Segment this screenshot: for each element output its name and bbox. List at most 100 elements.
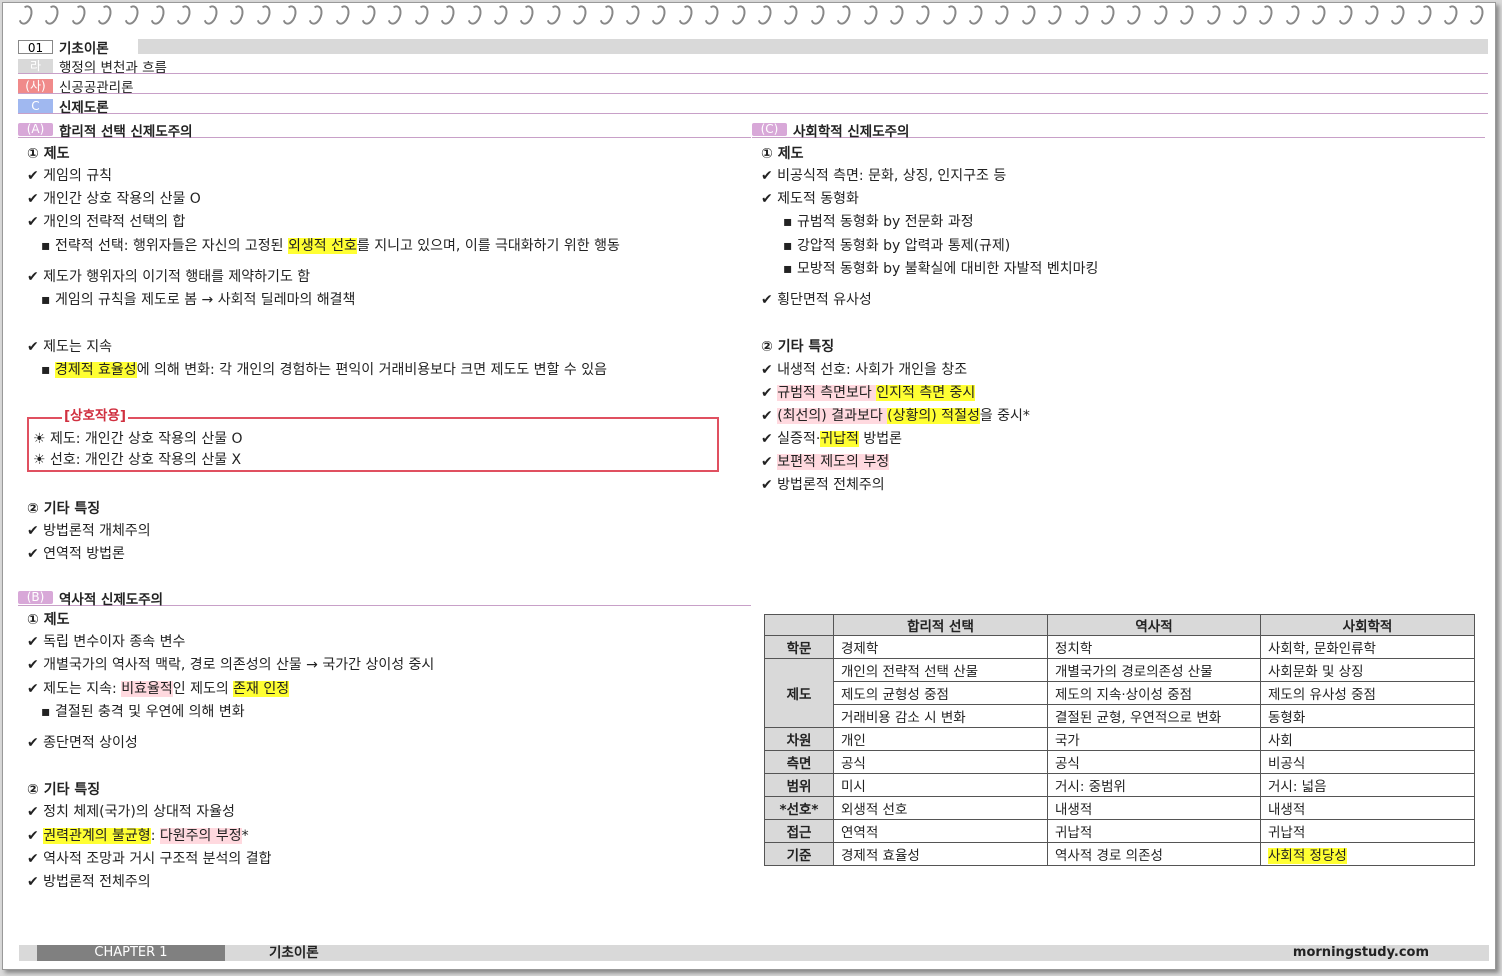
table-cell: 외생적 선호 <box>833 796 1048 820</box>
c-line-2: ✔ 제도적 동형화 <box>761 191 859 207</box>
table-cell: 거시: 중범위 <box>1047 773 1261 797</box>
table-header-historical: 역사적 <box>1047 614 1261 636</box>
table-row: 거래비용 감소 시 변화 결절된 균형, 우연적으로 변화 동형화 <box>765 704 1475 728</box>
section-c-tag: (C) <box>752 123 787 136</box>
row-label-preference: *선호* <box>764 796 834 820</box>
table-cell: 공식 <box>1047 750 1261 774</box>
a-line-4: ▪ 전략적 선택: 행위자들은 자신의 고정된 외생적 선호를 지니고 있으며,… <box>41 237 620 255</box>
section-b-header: (B) 역사적 신제도주의 <box>18 590 751 608</box>
table-cell: 개인 <box>833 727 1048 751</box>
a-line-4-highlight: 외생적 선호 <box>288 238 357 254</box>
c-line-9: ✔ (최선의) 결과보다 (상황의) 적절성을 중시* <box>761 407 1030 425</box>
c-line-8-pink: 규범적 측면보다 <box>777 385 877 401</box>
chapter-title: 기초이론 <box>59 40 109 57</box>
footer-site: morningstudy.com <box>1292 945 1429 960</box>
b-line-5: ✔ 종단면적 상이성 <box>27 735 138 751</box>
table-cell: 귀납적 <box>1047 819 1261 843</box>
section-title-2: 신공공관리론 <box>59 80 134 96</box>
table-row: 범위 미시 거시: 중범위 거시: 넓음 <box>764 773 1475 797</box>
table-cell: 결절된 균형, 우연적으로 변화 <box>1047 704 1261 728</box>
table-cell: 내생적 <box>1047 796 1261 820</box>
row-label-dimension: 차원 <box>764 727 834 751</box>
interaction-box-line-2: ☀ 선호: 개인간 상호 작용의 산물 X <box>33 452 242 468</box>
b-line-3-highlight: 존재 인정 <box>233 681 290 697</box>
a-line-5: ✔ 제도가 행위자의 이기적 행태를 제약하기도 함 <box>27 269 311 285</box>
table-cell: 역사적 경로 의존성 <box>1047 842 1261 866</box>
chapter-header: 01 기초이론 <box>18 39 1488 57</box>
a-line-9: ✔ 방법론적 개체주의 <box>27 523 151 539</box>
table-cell: 귀납적 <box>1260 819 1475 843</box>
table-cell: 거래비용 감소 시 변화 <box>833 704 1048 728</box>
table-header-sociological: 사회학적 <box>1260 614 1475 636</box>
table-row: 제도 개인의 전략적 선택 산물 개별국가의 경로의존성 산물 사회문화 및 상… <box>764 658 1475 728</box>
c-line-10: ✔ 실증적·귀납적 방법론 <box>761 430 902 448</box>
a-line-8-part-1: ▪ <box>41 362 55 378</box>
b-line-7-star: * <box>241 828 249 844</box>
a-line-1: ✔ 게임의 규칙 <box>27 168 113 184</box>
b-line-7-highlight: 권력관계의 불균형 <box>43 828 151 844</box>
a-line-4-part-1: ▪ 전략적 선택: 행위자들은 자신의 고정된 <box>41 238 288 254</box>
table-cell: 제도의 지속·상이성 중점 <box>1047 681 1261 705</box>
row-label-approach: 접근 <box>764 819 834 843</box>
b-line-3: ✔ 제도는 지속: 비효율적인 제도의 존재 인정 <box>27 680 290 698</box>
c-line-7: ✔ 내생적 선호: 사회가 개인을 창조 <box>761 362 968 378</box>
b-line-3-part-1: ✔ 제도는 지속: <box>27 681 122 697</box>
b-line-6: ✔ 정치 체제(국가)의 상대적 자율성 <box>27 804 235 820</box>
table-cell: 사회문화 및 상징 <box>1260 658 1475 682</box>
section-title-3: 신제도론 <box>59 100 109 116</box>
c-line-9-part-4: 을 중시* <box>979 408 1030 424</box>
table-cell: 경제적 효율성 <box>833 842 1048 866</box>
b-line-1: ✔ 독립 변수이자 종속 변수 <box>27 634 186 650</box>
section-c-title: 사회학적 신제도주의 <box>793 123 910 140</box>
c-line-10-part-1: ✔ 실증적· <box>761 431 821 447</box>
c-line-4: ▪ 강압적 동형화 by 압력과 통제(규제) <box>783 238 1011 254</box>
b-heading-1: ① 제도 <box>27 612 70 628</box>
section-tag-3: C <box>18 99 53 113</box>
table-cell: 제도의 균형성 중점 <box>833 681 1048 705</box>
table-cell-highlight: 사회적 정당성 <box>1268 848 1347 864</box>
c-line-11-part-1: ✔ <box>761 454 778 470</box>
a-heading-1: ① 제도 <box>27 146 70 162</box>
section-header-2: (사) 신공공관리론 <box>18 79 1488 96</box>
c-line-5: ▪ 모방적 동형화 by 불확실에 대비한 자발적 벤치마킹 <box>783 261 1099 277</box>
c-heading-1: ① 제도 <box>761 146 804 162</box>
b-line-7-pink: 다원주의 부정 <box>159 828 242 844</box>
table-row: 측면 공식 공식 비공식 <box>764 750 1475 774</box>
row-label-criterion: 기준 <box>764 842 834 866</box>
c-line-8: ✔ 규범적 측면보다 인지적 측면 중시 <box>761 384 976 402</box>
b-line-8: ✔ 역사적 조망과 거시 구조적 분석의 결합 <box>27 851 272 867</box>
table-cell: 미시 <box>833 773 1048 797</box>
a-line-10: ✔ 연역적 방법론 <box>27 546 125 562</box>
row-label-scope: 범위 <box>764 773 834 797</box>
table-cell: 국가 <box>1047 727 1261 751</box>
c-heading-2: ② 기타 특징 <box>761 339 835 355</box>
a-heading-2: ② 기타 특징 <box>27 501 101 517</box>
c-line-12: ✔ 방법론적 전체주의 <box>761 477 885 493</box>
b-line-3-part-3: 인 제도의 <box>172 681 234 697</box>
c-line-8-part-1: ✔ <box>761 385 778 401</box>
b-line-7-part-3: : <box>150 828 160 844</box>
c-line-6: ✔ 횡단면적 유사성 <box>761 292 872 308</box>
c-line-3: ▪ 규범적 동형화 by 전문화 과정 <box>783 214 974 230</box>
row-label-discipline: 학문 <box>764 635 834 659</box>
table-cell: 비공식 <box>1260 750 1475 774</box>
c-line-1: ✔ 비공식적 측면: 문화, 상징, 인지구조 등 <box>761 168 1007 184</box>
table-header-rational: 합리적 선택 <box>833 614 1048 636</box>
table-cell: 개인의 전략적 선택 산물 <box>833 658 1048 682</box>
a-line-3: ✔ 개인의 전략적 선택의 합 <box>27 214 186 230</box>
footer-chapter: CHAPTER 1 <box>37 945 225 961</box>
section-a-title: 합리적 선택 신제도주의 <box>59 123 193 140</box>
row-label-aspect: 측면 <box>764 750 834 774</box>
table-row: *선호* 외생적 선호 내생적 내생적 <box>764 796 1475 820</box>
c-line-9-highlight: (상황의) 적절성 <box>887 408 980 424</box>
table-header-row: 합리적 선택 역사적 사회학적 <box>764 614 1475 636</box>
chapter-number: 01 <box>18 39 53 55</box>
a-line-6: ▪ 게임의 규칙을 제도로 봄 → 사회적 딜레마의 해결책 <box>41 292 356 308</box>
table-cell: 공식 <box>833 750 1048 774</box>
section-a-header: (A) 합리적 선택 신제도주의 <box>18 122 751 140</box>
a-line-4-part-3: 를 지니고 있으며, 이를 극대화하기 위한 행동 <box>356 238 620 254</box>
table-row: 접근 연역적 귀납적 귀납적 <box>764 819 1475 843</box>
section-header-1: 라 행정의 변천과 흐름 <box>18 59 1488 76</box>
a-line-8-part-3: 에 의해 변화: 각 개인의 경험하는 편익이 거래비용보다 크면 제도도 변할… <box>136 362 607 378</box>
c-line-10-highlight: 귀납적 <box>820 431 859 447</box>
